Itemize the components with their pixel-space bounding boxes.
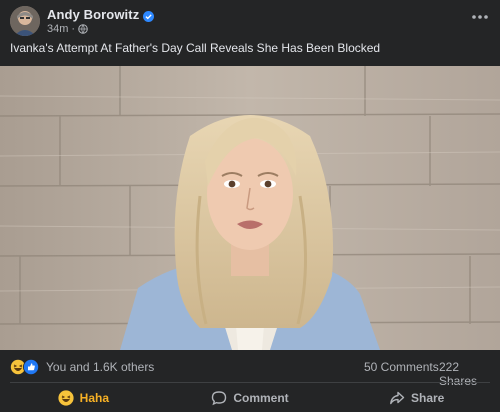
share-icon	[389, 390, 405, 406]
more-options-icon[interactable]	[470, 8, 490, 26]
facebook-post: Andy Borowitz 34m · Ivanka's Attempt At …	[0, 0, 500, 412]
reaction-icons[interactable]	[10, 359, 39, 375]
comment-icon	[211, 390, 227, 406]
post-caption: Ivanka's Attempt At Father's Day Call Re…	[10, 41, 381, 55]
share-button[interactable]: Share	[333, 384, 500, 412]
haha-button[interactable]: Haha	[0, 384, 167, 412]
haha-label: Haha	[79, 391, 109, 405]
like-reaction-icon	[23, 359, 39, 375]
meta-separator: ·	[71, 22, 76, 35]
author-name[interactable]: Andy Borowitz	[47, 7, 139, 22]
post-timestamp[interactable]: 34m	[47, 23, 68, 35]
haha-reaction-icon	[58, 390, 74, 406]
comments-count[interactable]: 50 Comments	[364, 360, 439, 374]
globe-icon[interactable]	[78, 23, 88, 34]
reactions-summary[interactable]: You and 1.6K others	[46, 360, 154, 374]
post-image[interactable]	[0, 66, 500, 350]
post-meta: 34m ·	[47, 22, 88, 35]
verified-badge-icon	[143, 9, 155, 22]
post-actions: Haha Comment Share	[0, 384, 500, 412]
post-stats: You and 1.6K others 50 Comments 222 Shar…	[0, 356, 500, 388]
post-header: Andy Borowitz 34m ·	[0, 0, 500, 36]
author-avatar[interactable]	[10, 6, 40, 36]
actions-divider	[10, 382, 490, 383]
share-label: Share	[411, 391, 445, 405]
comment-button[interactable]: Comment	[167, 384, 334, 412]
comment-label: Comment	[233, 391, 289, 405]
